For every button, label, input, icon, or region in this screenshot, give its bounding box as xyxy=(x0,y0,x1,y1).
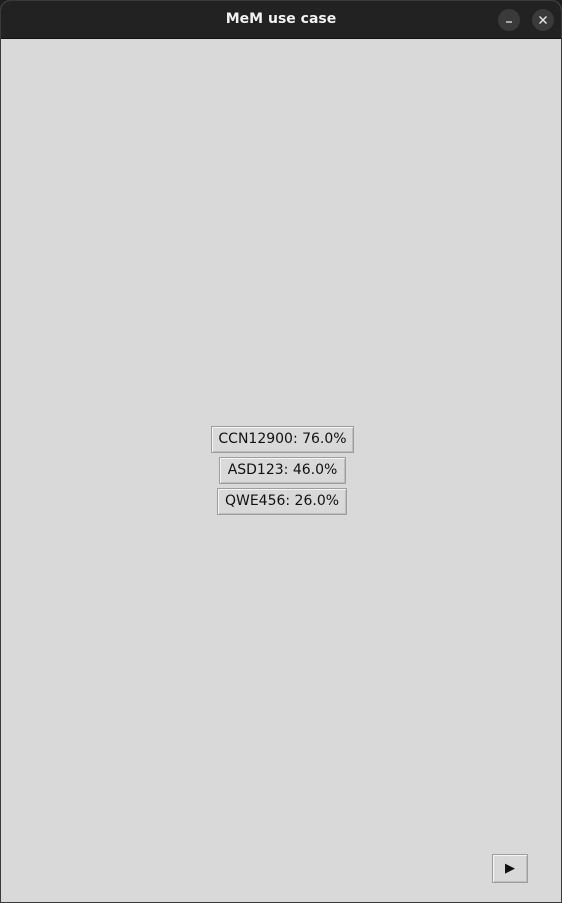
app-window: MeM use case CCN12900: 76.0% ASD123: 46.… xyxy=(0,0,562,903)
title-bar[interactable]: MeM use case xyxy=(1,1,561,39)
play-icon: ▶ xyxy=(505,861,515,876)
minimize-icon xyxy=(506,21,512,23)
item-button-qwe456[interactable]: QWE456: 26.0% xyxy=(217,488,347,515)
item-button-ccn12900[interactable]: CCN12900: 76.0% xyxy=(211,426,354,453)
main-content: CCN12900: 76.0% ASD123: 46.0% QWE456: 26… xyxy=(1,39,561,902)
close-button[interactable] xyxy=(532,9,554,31)
window-title: MeM use case xyxy=(225,11,337,27)
close-icon xyxy=(539,16,547,24)
play-button[interactable]: ▶ xyxy=(492,854,528,883)
item-button-asd123[interactable]: ASD123: 46.0% xyxy=(219,457,346,484)
minimize-button[interactable] xyxy=(498,9,520,31)
